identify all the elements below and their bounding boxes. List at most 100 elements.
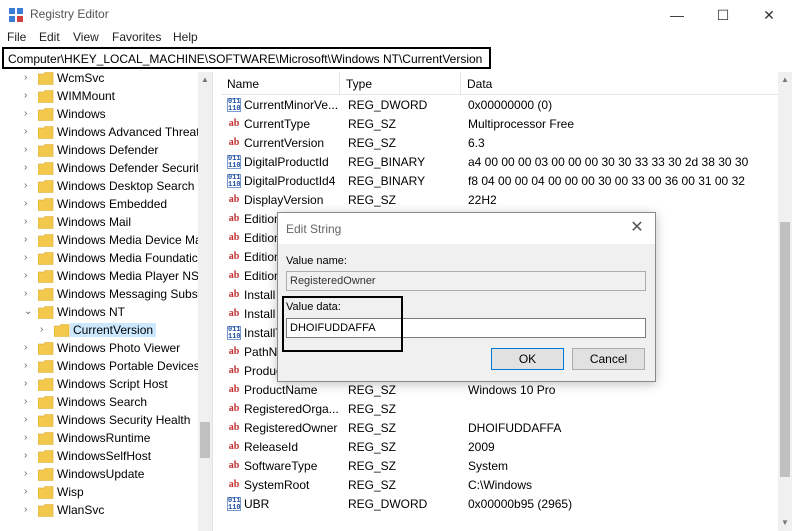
expand-chevron-icon[interactable]: › [24, 486, 27, 497]
expand-chevron-icon[interactable]: › [40, 324, 43, 335]
expand-chevron-icon[interactable]: › [24, 144, 27, 155]
tree-item-label: Windows NT [57, 305, 126, 319]
value-name: DisplayVersion [244, 193, 324, 207]
expand-chevron-icon[interactable]: › [24, 360, 27, 371]
value-row[interactable]: 011 110 DigitalProductId REG_BINARY a4 00 0… [221, 153, 778, 172]
tree-item[interactable]: › Windows Script Host [0, 376, 198, 394]
value-row[interactable]: 011 110 CurrentMinorVe... REG_DWORD 0x00000… [221, 96, 778, 115]
tree-item[interactable]: › Windows Portable Devices [0, 358, 200, 376]
value-row[interactable]: ab ProductName REG_SZ Windows 10 Pro [221, 381, 778, 400]
tree-item-label: Windows [57, 107, 106, 121]
values-scrollbar[interactable]: ▲ ▼ [778, 72, 792, 531]
expand-chevron-icon[interactable]: › [24, 126, 27, 137]
expand-chevron-icon[interactable]: › [24, 396, 27, 407]
cancel-button[interactable]: Cancel [572, 348, 645, 370]
expand-chevron-icon[interactable]: › [24, 252, 27, 263]
expand-chevron-icon[interactable]: › [24, 108, 27, 119]
scrollbar-thumb[interactable] [200, 422, 210, 458]
address-bar[interactable]: Computer\HKEY_LOCAL_MACHINE\SOFTWARE\Mic… [2, 47, 491, 69]
value-row[interactable]: ab CurrentVersion REG_SZ 6.3 [221, 134, 778, 153]
value-row[interactable]: ab CurrentType REG_SZ Multiprocessor Free [221, 115, 778, 134]
value-row[interactable]: 011 110 DigitalProductId4 REG_BINARY f8 04 … [221, 172, 778, 191]
ok-button[interactable]: OK [491, 348, 564, 370]
maximize-button[interactable]: ☐ [700, 0, 746, 30]
scrollbar-thumb[interactable] [780, 222, 790, 477]
tree-item[interactable]: › Windows Search [0, 394, 198, 412]
value-row[interactable]: ab SystemRoot REG_SZ C:\Windows [221, 476, 778, 495]
tree-item[interactable]: ⌄ Windows NT [0, 304, 198, 322]
tree-item[interactable]: › CurrentVersion [0, 322, 198, 340]
expand-chevron-icon[interactable]: ⌄ [24, 306, 32, 317]
value-row[interactable]: 011 110 UBR REG_DWORD 0x00000b95 (2965) [221, 495, 778, 514]
expand-chevron-icon[interactable]: › [24, 198, 27, 209]
column-header-name[interactable]: Name [221, 72, 340, 94]
tree-item[interactable]: › Windows Embedded [0, 196, 198, 214]
menu-file[interactable]: File [7, 30, 26, 44]
value-name-field[interactable] [286, 271, 646, 291]
value-row[interactable]: ab RegisteredOwner REG_SZ DHOIFUDDAFFA [221, 419, 778, 438]
tree-scrollbar[interactable]: ▲ [198, 72, 212, 531]
value-row[interactable]: ab SoftwareType REG_SZ System [221, 457, 778, 476]
tree-item[interactable]: › WIMMount [0, 88, 198, 106]
tree-item[interactable]: › Windows Advanced Threat [0, 124, 200, 142]
menu-edit[interactable]: Edit [39, 30, 60, 44]
expand-chevron-icon[interactable]: › [24, 414, 27, 425]
value-data: f8 04 00 00 04 00 00 00 30 00 33 00 36 0… [468, 174, 748, 188]
scroll-down-arrow[interactable]: ▼ [781, 518, 789, 527]
tree-item[interactable]: › Windows Defender Security [0, 160, 205, 178]
tree-item[interactable]: › Windows Mail [0, 214, 198, 232]
tree-item[interactable]: › Windows Messaging Subsy [0, 286, 204, 304]
tree-item[interactable]: › Windows Security Health [0, 412, 198, 430]
tree-item[interactable]: › Windows [0, 106, 198, 124]
string-value-icon: ab [228, 251, 240, 262]
expand-chevron-icon[interactable]: › [24, 504, 27, 515]
string-value-icon: ab [228, 403, 240, 414]
column-header-type[interactable]: Type [340, 72, 461, 94]
scroll-up-arrow[interactable]: ▲ [781, 75, 789, 84]
value-data: System [468, 459, 509, 473]
close-icon[interactable]: ✕ [627, 218, 647, 238]
tree-item[interactable]: › Windows Media Foundatic [0, 250, 198, 268]
tree-item[interactable]: › Windows Media Device Ma [0, 232, 202, 250]
expand-chevron-icon[interactable]: › [24, 270, 27, 281]
expand-chevron-icon[interactable]: › [24, 234, 27, 245]
value-type: REG_DWORD [348, 497, 428, 511]
value-row[interactable]: ab DisplayVersion REG_SZ 22H2 [221, 191, 778, 210]
close-button[interactable]: ✕ [746, 0, 792, 30]
tree-item[interactable]: › WcmSvc [0, 72, 198, 88]
expand-chevron-icon[interactable]: › [24, 450, 27, 461]
expand-chevron-icon[interactable]: › [24, 216, 27, 227]
tree-item[interactable]: › Wisp [0, 484, 198, 502]
tree-item[interactable]: › Windows Desktop Search [0, 178, 198, 196]
tree-item[interactable]: › WindowsUpdate [0, 466, 198, 484]
value-row[interactable]: ab RegisteredOrga... REG_SZ [221, 400, 778, 419]
tree-item[interactable]: › WlanSvc [0, 502, 198, 520]
expand-chevron-icon[interactable]: › [24, 162, 27, 173]
pane-splitter[interactable] [212, 72, 221, 531]
tree-item[interactable]: › WindowsRuntime [0, 430, 198, 448]
string-value-icon: ab [228, 441, 240, 452]
expand-chevron-icon[interactable]: › [24, 432, 27, 443]
scroll-up-arrow[interactable]: ▲ [201, 75, 209, 84]
expand-chevron-icon[interactable]: › [24, 90, 27, 101]
expand-chevron-icon[interactable]: › [24, 180, 27, 191]
expand-chevron-icon[interactable]: › [24, 468, 27, 479]
column-header-data[interactable]: Data [461, 72, 777, 94]
menu-favorites[interactable]: Favorites [112, 30, 161, 44]
value-row[interactable]: ab ReleaseId REG_SZ 2009 [221, 438, 778, 457]
expand-chevron-icon[interactable]: › [24, 342, 27, 353]
value-name: SystemRoot [244, 478, 310, 492]
tree-item[interactable]: › Windows Photo Viewer [0, 340, 198, 358]
menu-help[interactable]: Help [173, 30, 198, 44]
tree-item-label: Windows Embedded [57, 197, 168, 211]
tree-item[interactable]: › Windows Defender [0, 142, 198, 160]
expand-chevron-icon[interactable]: › [24, 72, 27, 83]
expand-chevron-icon[interactable]: › [24, 378, 27, 389]
minimize-button[interactable]: — [654, 0, 700, 30]
tree-item[interactable]: › Windows Media Player NSS [0, 268, 207, 286]
tree-item-label: Windows Desktop Search [57, 179, 195, 193]
folder-icon [37, 234, 54, 247]
expand-chevron-icon[interactable]: › [24, 288, 27, 299]
tree-item[interactable]: › WindowsSelfHost [0, 448, 198, 466]
menu-view[interactable]: View [73, 30, 99, 44]
